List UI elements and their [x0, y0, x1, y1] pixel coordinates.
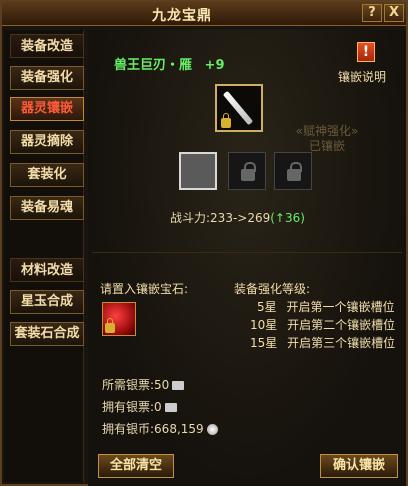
gem-item-icon[interactable] — [102, 302, 136, 336]
clear-all-button[interactable]: 全部清空 — [98, 454, 174, 478]
power-label: 战斗力: — [170, 211, 211, 225]
help-label[interactable]: 镶嵌说明 — [338, 68, 386, 85]
coin-value: 668,159 — [154, 422, 204, 436]
level-star: 5星 — [257, 300, 277, 314]
power-to: 269 — [247, 211, 271, 225]
owned-notes: 拥有银票:0 — [102, 398, 177, 415]
sidebar-item-enhance[interactable]: 装备强化 — [10, 66, 84, 90]
required-value: 50 — [154, 378, 170, 392]
power-from: 233 — [210, 211, 233, 225]
owned-label: 拥有银票: — [102, 400, 155, 414]
item-name-row: 兽王巨刃・雁 +9 — [114, 54, 225, 73]
silver-coin-icon — [206, 424, 218, 435]
padlock-icon — [287, 162, 302, 181]
help-icon[interactable]: ! — [357, 42, 375, 62]
gem-slot-1[interactable] — [179, 152, 217, 190]
gem-slot-3 — [274, 152, 312, 190]
padlock-icon — [241, 162, 256, 181]
banknote-icon — [172, 381, 185, 390]
gem-slot-2 — [228, 152, 266, 190]
level-star: 10星 — [250, 318, 278, 332]
combat-power: 战斗力:233->269(↑36) — [170, 209, 305, 226]
window-title: 九龙宝鼎 — [152, 8, 212, 24]
faded-status: «赋神强化» 已镶嵌 — [295, 124, 359, 153]
help-button[interactable]: ? — [362, 4, 382, 22]
sidebar-item-suitstone[interactable]: 套装石合成 — [10, 322, 84, 346]
owned-coins: 拥有银币:668,159 — [102, 420, 218, 437]
coin-label: 拥有银币: — [102, 422, 155, 436]
sidebar-group-header-equip: 装备改造 — [10, 34, 84, 58]
sidebar-item-suit[interactable]: 套装化 — [10, 163, 84, 187]
level-text: 开启第二个镶嵌槽位 — [287, 318, 396, 332]
sidebar-item-inlay[interactable]: 器灵镶嵌 — [10, 97, 84, 121]
level-row: 15星 开启第三个镶嵌槽位 — [250, 334, 395, 351]
level-text: 开启第一个镶嵌槽位 — [286, 300, 395, 314]
sidebar-item-soul[interactable]: 装备易魂 — [10, 196, 84, 220]
equipment-slot[interactable] — [215, 84, 263, 132]
level-row: 10星 开启第二个镶嵌槽位 — [250, 316, 395, 333]
titlebar: 九龙宝鼎 ? X — [2, 2, 406, 26]
close-button[interactable]: X — [384, 4, 404, 22]
required-label: 所需银票: — [102, 378, 155, 392]
item-name: 兽王巨刃・雁 — [114, 58, 193, 73]
confirm-inlay-button[interactable]: 确认镶嵌 — [320, 454, 398, 478]
gem-prompt: 请置入镶嵌宝石: — [100, 282, 189, 296]
level-star: 15星 — [250, 336, 278, 350]
required-notes: 所需银票:50 — [102, 376, 185, 393]
power-arrow: -> — [232, 211, 248, 225]
sidebar-item-jade[interactable]: 星玉合成 — [10, 290, 84, 314]
level-row: 5星 开启第一个镶嵌槽位 — [257, 298, 394, 315]
lock-icon — [221, 113, 231, 128]
sidebar-group-header-material: 材料改造 — [10, 258, 84, 282]
sidebar-item-remove[interactable]: 器灵摘除 — [10, 130, 84, 154]
divider — [92, 252, 402, 253]
window: 九龙宝鼎 ? X 装备改造 装备强化 器灵镶嵌 器灵摘除 套装化 装备易魂 材料… — [0, 0, 408, 486]
power-gain: (↑36) — [270, 211, 305, 225]
owned-value: 0 — [154, 400, 162, 414]
banknote-icon — [164, 403, 177, 412]
item-plus: +9 — [204, 58, 225, 73]
level-title: 装备强化等级: — [234, 282, 311, 296]
lock-icon — [105, 318, 115, 333]
level-text: 开启第三个镶嵌槽位 — [287, 336, 396, 350]
sidebar: 装备改造 装备强化 器灵镶嵌 器灵摘除 套装化 装备易魂 材料改造 星玉合成 套… — [4, 30, 84, 482]
